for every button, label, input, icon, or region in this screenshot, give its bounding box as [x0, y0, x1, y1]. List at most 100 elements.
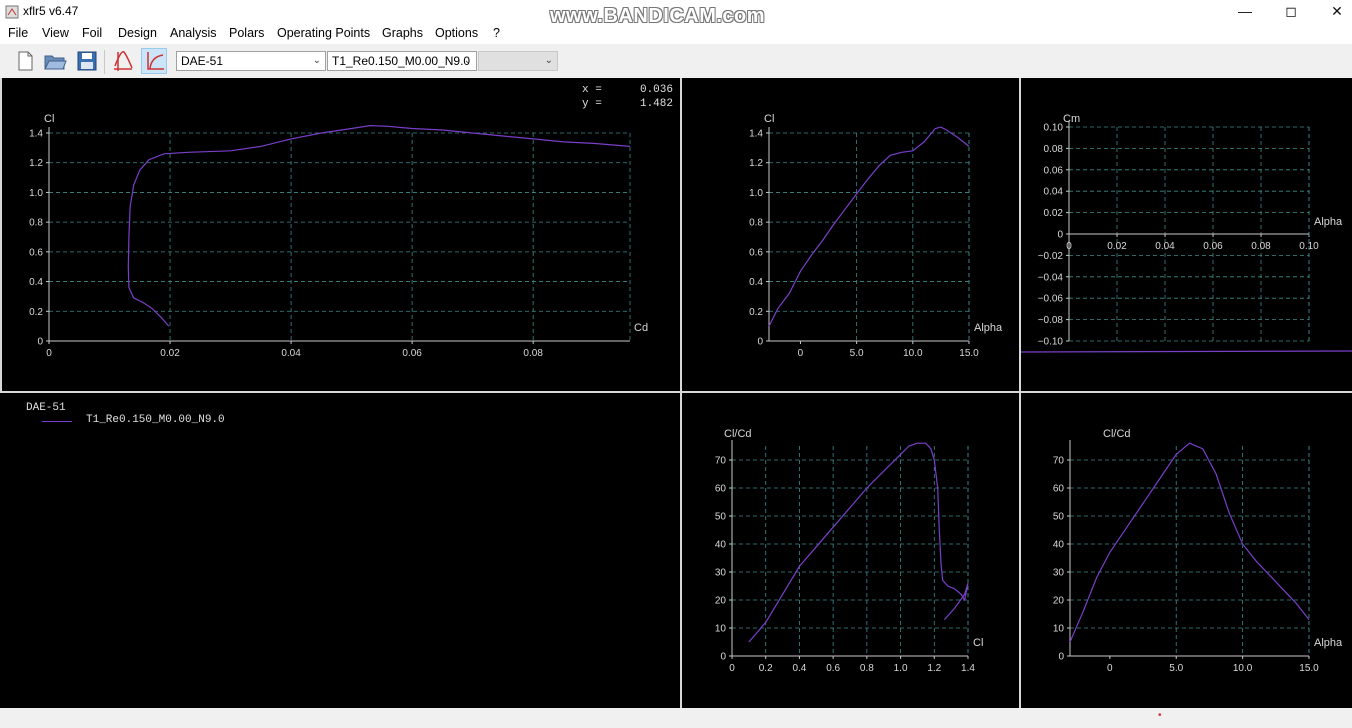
- y-tick-label: 0: [720, 652, 726, 663]
- y-tick-label: 0.6: [29, 247, 43, 258]
- window-title: xflr5 v6.47: [23, 4, 79, 18]
- opp-view-button[interactable]: [110, 48, 136, 74]
- toolbar-separator: [104, 50, 105, 74]
- chevron-down-icon: ⌄: [463, 55, 472, 66]
- polar-view-button[interactable]: [141, 48, 167, 74]
- foil-select[interactable]: DAE-51 ⌄: [176, 51, 326, 71]
- minimize-button[interactable]: —: [1222, 0, 1268, 24]
- menu-help[interactable]: ?: [493, 26, 500, 40]
- y-tick-label: 0: [1058, 652, 1064, 663]
- save-project-button[interactable]: [74, 48, 100, 74]
- polar-curve: [127, 124, 631, 327]
- y-tick-label: 1.2: [749, 158, 763, 169]
- clcd-vs-cl-graph[interactable]: 0 0.2 0.4 0.6 0.8 1.0 1.2 1.4 0 10 20 30 40 50 60 70 Cl/…: [682, 393, 1019, 708]
- x-tick-label: 0: [1107, 663, 1113, 674]
- x-tick-label: 0.6: [826, 663, 840, 674]
- x-tick-label: 0.02: [160, 348, 180, 359]
- chevron-down-icon: ⌄: [544, 55, 553, 66]
- y-tick-label: 50: [1053, 512, 1065, 523]
- toolbar: DAE-51 ⌄ T1_Re0.150_M0.00_N9.0 ⌄ ⌄: [0, 44, 1352, 78]
- y-tick-label: 20: [1053, 596, 1065, 607]
- menu-design[interactable]: Design: [118, 26, 157, 40]
- y-axis-label: Cl: [44, 113, 54, 125]
- menu-view[interactable]: View: [42, 26, 69, 40]
- menu-operating-points[interactable]: Operating Points: [277, 26, 370, 40]
- y-tick-label: 0: [1057, 230, 1063, 241]
- y-tick-label: 60: [715, 484, 727, 495]
- close-button[interactable]: ✕: [1314, 0, 1352, 24]
- cl-vs-cd-graph[interactable]: 0 0.02 0.04 0.06 0.0800.20.40.60.81.01.21.4C…: [2, 80, 680, 391]
- y-tick-label: 0.08: [1044, 144, 1064, 155]
- y-tick-label: 0.6: [749, 247, 763, 258]
- menu-graphs[interactable]: Graphs: [382, 26, 423, 40]
- maximize-button[interactable]: ◻: [1268, 0, 1314, 24]
- x-tick-label: 0.04: [1155, 241, 1175, 252]
- cursor-x-label: x =: [582, 84, 602, 96]
- x-tick-label: 0.08: [1251, 241, 1271, 252]
- x-axis-label: Cd: [634, 322, 648, 334]
- x-tick-label: 5.0: [850, 348, 864, 359]
- opp-curve-icon: [114, 51, 133, 71]
- menu-options[interactable]: Options: [435, 26, 478, 40]
- y-tick-label: 70: [715, 456, 727, 467]
- y-tick-label: 0.8: [749, 218, 763, 229]
- x-tick-label: 0: [729, 663, 735, 674]
- title-bar: xflr5 v6.47 www.BANDICAM.com — ◻ ✕: [0, 0, 1352, 27]
- legend-polar-name[interactable]: T1_Re0.150_M0.00_N9.0: [86, 414, 225, 426]
- menu-foil[interactable]: Foil: [82, 26, 102, 40]
- cursor-readout: x = 0.036 y = 1.482: [582, 83, 677, 111]
- x-tick-label: 0.04: [281, 348, 301, 359]
- y-axis-label: Cl: [764, 113, 774, 125]
- chevron-down-icon: ⌄: [312, 55, 321, 66]
- polar-select[interactable]: T1_Re0.150_M0.00_N9.0 ⌄: [327, 51, 477, 71]
- menu-bar: File View Foil Design Analysis Polars Op…: [0, 24, 1352, 44]
- cl-vs-alpha-graph[interactable]: 0 5.0 10.0 15.0 0 0.2 0.4 0.6 0.8 1.0 1.2 1.4Cl Alph…: [682, 80, 1019, 391]
- open-project-button[interactable]: [42, 48, 68, 74]
- x-axis-label: Cl: [973, 637, 983, 649]
- y-tick-label: 50: [715, 512, 727, 523]
- x-axis-label: Alpha: [1314, 216, 1343, 228]
- new-document-icon: [18, 51, 33, 71]
- y-tick-label: 1.4: [749, 129, 763, 140]
- y-tick-label: 0: [37, 337, 43, 348]
- operating-point-select[interactable]: ⌄: [478, 51, 558, 71]
- y-tick-label: 0.2: [29, 307, 43, 318]
- y-tick-label: 40: [1053, 540, 1065, 551]
- x-tick-label: 10.0: [903, 348, 923, 359]
- legend-foil-name: DAE-51: [26, 402, 66, 414]
- y-tick-label: 60: [1053, 484, 1065, 495]
- app-icon: [5, 5, 19, 19]
- foil-select-value: DAE-51: [181, 54, 224, 68]
- cursor-x-value: 0.036: [639, 84, 673, 96]
- cursor-y-value: 1.482: [639, 98, 673, 110]
- cursor-y-label: y =: [582, 98, 602, 110]
- y-tick-label: 0.04: [1044, 187, 1064, 198]
- x-tick-label: 0.8: [860, 663, 874, 674]
- y-tick-label: −0.08: [1038, 315, 1064, 326]
- x-tick-label: 10.0: [1233, 663, 1253, 674]
- polar-curve: [1069, 442, 1310, 643]
- x-tick-label: 0.4: [792, 663, 806, 674]
- polar-curve: [748, 442, 969, 643]
- menu-file[interactable]: File: [8, 26, 28, 40]
- y-tick-label: 0.8: [29, 218, 43, 229]
- y-tick-label: 0.4: [29, 277, 43, 288]
- menu-polars[interactable]: Polars: [229, 26, 264, 40]
- status-bar: •: [0, 708, 1352, 728]
- y-tick-label: 40: [715, 540, 727, 551]
- clcd-vs-alpha-graph[interactable]: 0 5.0 10.0 15.0 0 10 20 30 40 50 60 70 Cl/Cd Alpha: [1021, 393, 1352, 708]
- menu-analysis[interactable]: Analysis: [170, 26, 217, 40]
- cm-vs-alpha-graph[interactable]: 0 0.02 0.04 0.06 0.08 0.10 −0.10 −0.08 −0.06 −0.0…: [1021, 80, 1352, 391]
- x-tick-label: 0.02: [1107, 241, 1127, 252]
- x-tick-label: 0.06: [402, 348, 422, 359]
- y-tick-label: 0.10: [1044, 123, 1064, 134]
- x-tick-label: 5.0: [1169, 663, 1183, 674]
- y-axis-label: Cl/Cd: [1103, 428, 1131, 440]
- y-tick-label: −0.10: [1038, 337, 1064, 348]
- y-tick-label: 1.4: [29, 129, 43, 140]
- y-tick-label: −0.04: [1038, 272, 1064, 283]
- y-axis-label: Cm: [1063, 113, 1080, 125]
- x-tick-label: 0: [798, 348, 804, 359]
- y-tick-label: 30: [715, 568, 727, 579]
- new-project-button[interactable]: [12, 48, 38, 74]
